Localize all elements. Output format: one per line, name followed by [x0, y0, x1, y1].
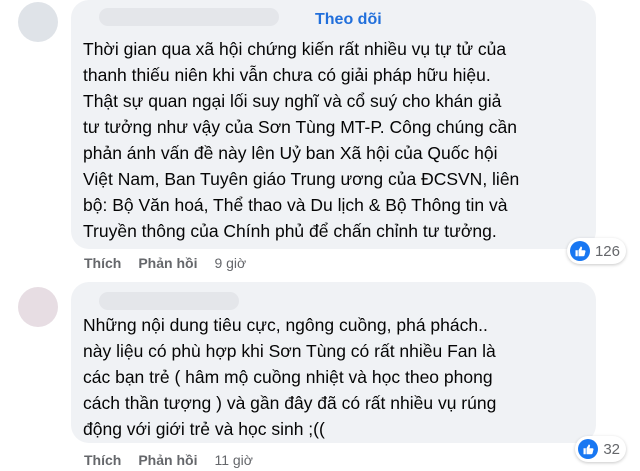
commenter-name-blurred[interactable] — [99, 8, 279, 26]
like-count: 32 — [603, 440, 620, 458]
commenter-avatar[interactable] — [18, 287, 58, 327]
commenter-name-blurred[interactable] — [99, 292, 239, 310]
comment-bubble: Theo dõi Thời gian qua xã hội chứng kiến… — [71, 0, 596, 249]
comment-actions: Thích Phản hồi 9 giờ — [84, 255, 246, 271]
reply-button[interactable]: Phản hồi — [138, 255, 197, 271]
like-count: 126 — [594, 242, 620, 260]
comment-text: Những nội dung tiêu cực, ngông cuồng, ph… — [83, 315, 497, 439]
follow-link[interactable]: Theo dõi — [315, 11, 382, 29]
reaction-summary[interactable]: 32 — [575, 436, 626, 462]
comment-bubble: Những nội dung tiêu cực, ngông cuồng, ph… — [71, 282, 596, 443]
like-button[interactable]: Thích — [84, 452, 121, 468]
reply-button[interactable]: Phản hồi — [138, 452, 197, 468]
comment-text: Thời gian qua xã hội chứng kiến rất nhiề… — [83, 39, 520, 241]
comment-timestamp[interactable]: 11 giờ — [214, 452, 253, 468]
reaction-summary[interactable]: 126 — [566, 238, 626, 264]
like-button[interactable]: Thích — [84, 255, 121, 271]
like-icon — [578, 439, 599, 459]
like-icon — [569, 241, 590, 261]
comment-timestamp[interactable]: 9 giờ — [214, 255, 246, 271]
comment-actions: Thích Phản hồi 11 giờ — [84, 452, 253, 468]
commenter-avatar[interactable] — [18, 2, 58, 42]
